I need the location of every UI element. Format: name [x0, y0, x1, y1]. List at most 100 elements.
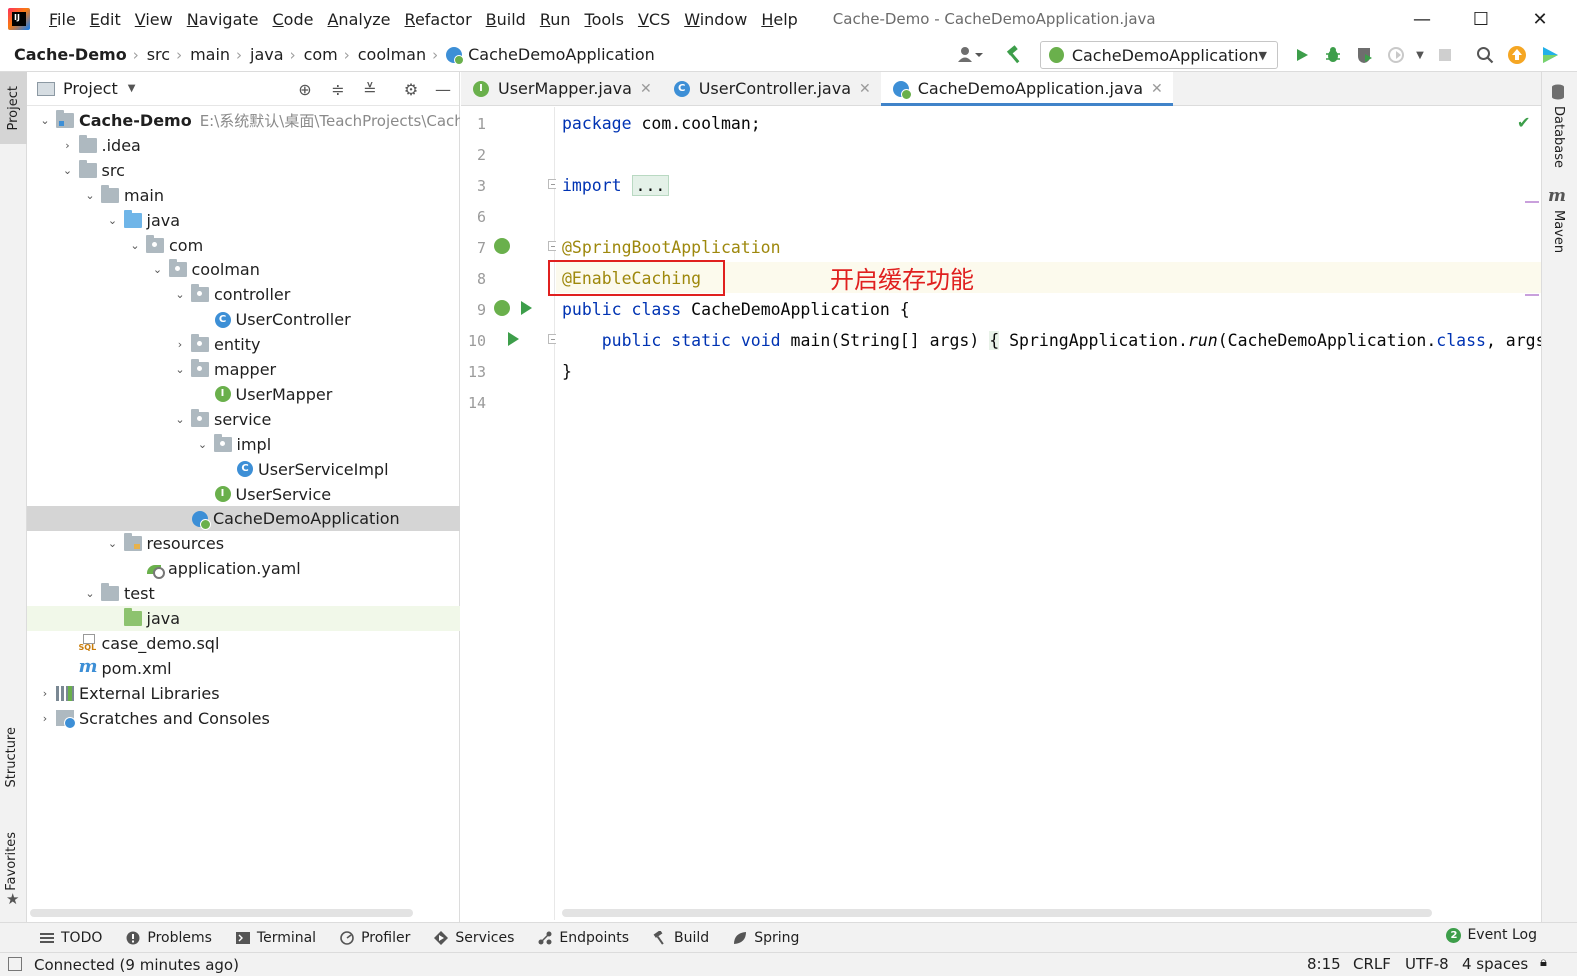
close-icon[interactable]: ✕ [1151, 81, 1163, 97]
database-tool-tab[interactable]: Database [1551, 106, 1566, 168]
chevron-right-icon[interactable]: › [60, 139, 76, 152]
chevron-right-icon[interactable]: › [37, 712, 53, 725]
breadcrumb-main[interactable]: main [184, 45, 234, 64]
tree-item[interactable]: ⌄ coolman [27, 257, 460, 282]
tree-item[interactable]: › Scratches and Consoles [27, 706, 460, 731]
tree-item[interactable]: UserServiceImpl [27, 457, 460, 482]
tab-usercontroller[interactable]: UserController.java ✕ [662, 72, 881, 105]
tree-item[interactable]: ⌄ controller [27, 282, 460, 307]
tree-item[interactable]: CacheDemoApplication [27, 506, 460, 532]
maximize-button[interactable]: ☐ [1452, 0, 1510, 38]
more-run-options-icon[interactable]: ▼ [1409, 44, 1431, 66]
indent-setting[interactable]: 4 spaces [1462, 955, 1528, 973]
profile-icon[interactable] [1385, 44, 1407, 66]
profiler-tool-button[interactable]: Profiler [340, 930, 410, 946]
menu-view[interactable]: View [128, 10, 180, 29]
chevron-down-icon[interactable]: ⌄ [82, 189, 98, 202]
run-class-icon[interactable] [521, 301, 532, 315]
tree-item[interactable]: › entity [27, 332, 460, 357]
chevron-down-icon[interactable]: ⌄ [82, 587, 98, 600]
tree-item[interactable]: ⌄ com [27, 233, 460, 258]
endpoints-tool-button[interactable]: Endpoints [538, 930, 629, 946]
chevron-down-icon[interactable]: ⌄ [60, 164, 76, 177]
file-encoding[interactable]: UTF-8 [1405, 955, 1449, 973]
chevron-down-icon[interactable]: ⌄ [172, 363, 188, 376]
collapse-all-icon[interactable]: ≚ [360, 80, 380, 99]
minimize-button[interactable]: — [1393, 0, 1451, 38]
hide-panel-icon[interactable]: — [433, 80, 453, 99]
maven-tool-tab[interactable]: Maven [1551, 210, 1566, 253]
tree-item[interactable]: › External Libraries [27, 681, 460, 706]
close-icon[interactable]: ✕ [640, 81, 652, 97]
tree-item[interactable]: ⌄ main [27, 183, 460, 208]
chevron-right-icon[interactable]: › [172, 338, 188, 351]
folded-imports[interactable]: ... [631, 175, 670, 196]
menu-tools[interactable]: Tools [578, 10, 631, 29]
structure-tool-tab[interactable]: Structure [4, 727, 19, 787]
tree-item[interactable]: pom.xml [27, 656, 460, 681]
chevron-down-icon[interactable]: ⌄ [37, 114, 53, 127]
tree-item[interactable]: ⌄ resources [27, 531, 460, 556]
debug-bug-icon[interactable] [1322, 44, 1344, 66]
folded-brace[interactable]: { [989, 331, 1000, 350]
line-separator[interactable]: CRLF [1353, 955, 1391, 973]
tree-item[interactable]: ⌄ java [27, 208, 460, 233]
editor-horizontal-scrollbar[interactable] [562, 909, 1432, 917]
expand-all-icon[interactable]: ≑ [328, 80, 348, 99]
project-tool-tab[interactable]: Project [0, 72, 27, 144]
menu-navigate[interactable]: Navigate [180, 10, 266, 29]
search-icon[interactable] [1474, 44, 1496, 66]
status-message[interactable]: Connected (9 minutes ago) [8, 956, 239, 974]
chevron-down-icon[interactable]: ⌄ [105, 214, 121, 227]
tree-item[interactable]: application.yaml [27, 556, 460, 581]
user-account-icon[interactable] [955, 44, 985, 66]
menu-run[interactable]: Run [533, 10, 578, 29]
tree-item[interactable]: UserService [27, 482, 460, 507]
tree-item[interactable]: ⌄ mapper [27, 357, 460, 382]
chevron-down-icon[interactable]: ⌄ [172, 288, 188, 301]
tree-item[interactable]: ⌄ src [27, 158, 460, 183]
error-stripe-mark[interactable] [1525, 201, 1539, 203]
menu-window[interactable]: Window [677, 10, 754, 29]
terminal-tool-button[interactable]: Terminal [235, 930, 316, 946]
spring-bean-icon[interactable] [494, 300, 510, 316]
tree-item[interactable]: ⌄ Cache-Demo E:\系统默认\桌面\TeachProjects\Cach… [27, 108, 460, 133]
menu-refactor[interactable]: Refactor [398, 10, 479, 29]
stop-icon[interactable] [1434, 44, 1456, 66]
tree-item[interactable]: case_demo.sql [27, 631, 460, 656]
chevron-down-icon[interactable]: ▼ [128, 83, 136, 94]
project-view-selector[interactable]: Project [63, 79, 118, 98]
services-tool-button[interactable]: Services [434, 930, 514, 946]
favorites-tool-tab[interactable]: Favorites [4, 832, 19, 891]
menu-file[interactable]: File [42, 10, 83, 29]
run-with-coverage-icon[interactable] [1354, 44, 1376, 66]
tree-item[interactable]: ⌄ service [27, 407, 460, 432]
build-tool-button[interactable]: Build [653, 930, 709, 946]
error-stripe-mark[interactable] [1525, 294, 1539, 296]
build-hammer-icon[interactable] [1004, 44, 1026, 66]
breadcrumb-class[interactable]: CacheDemoApplication [462, 45, 659, 64]
breadcrumb-project[interactable]: Cache-Demo [0, 45, 131, 64]
chevron-down-icon[interactable]: ⌄ [195, 438, 211, 451]
close-icon[interactable]: ✕ [859, 81, 871, 97]
spring-bean-icon[interactable] [494, 238, 510, 254]
project-horizontal-scrollbar[interactable] [30, 909, 413, 917]
tab-cachedemoapplication[interactable]: CacheDemoApplication.java ✕ [880, 72, 1173, 106]
menu-help[interactable]: Help [754, 10, 804, 29]
lock-icon[interactable]: 🔒︎ [1540, 955, 1547, 970]
menu-analyze[interactable]: Analyze [320, 10, 397, 29]
event-log-button[interactable]: 2 Event Log [1446, 927, 1537, 943]
breadcrumb-src[interactable]: src [141, 45, 174, 64]
chevron-right-icon[interactable]: › [37, 687, 53, 700]
spring-tool-button[interactable]: Spring [733, 930, 799, 946]
gear-icon[interactable]: ⚙ [401, 80, 421, 99]
caret-position[interactable]: 8:15 [1307, 955, 1341, 973]
update-icon[interactable] [1506, 44, 1528, 66]
breadcrumb-com[interactable]: com [298, 45, 342, 64]
inspection-ok-icon[interactable]: ✔ [1517, 113, 1530, 132]
tree-item[interactable]: ⌄ impl [27, 432, 460, 457]
tab-usermapper[interactable]: UserMapper.java ✕ [461, 72, 662, 105]
problems-tool-button[interactable]: Problems [126, 930, 212, 946]
locate-file-icon[interactable]: ⊕ [295, 80, 315, 99]
close-window-button[interactable]: ✕ [1511, 0, 1569, 38]
